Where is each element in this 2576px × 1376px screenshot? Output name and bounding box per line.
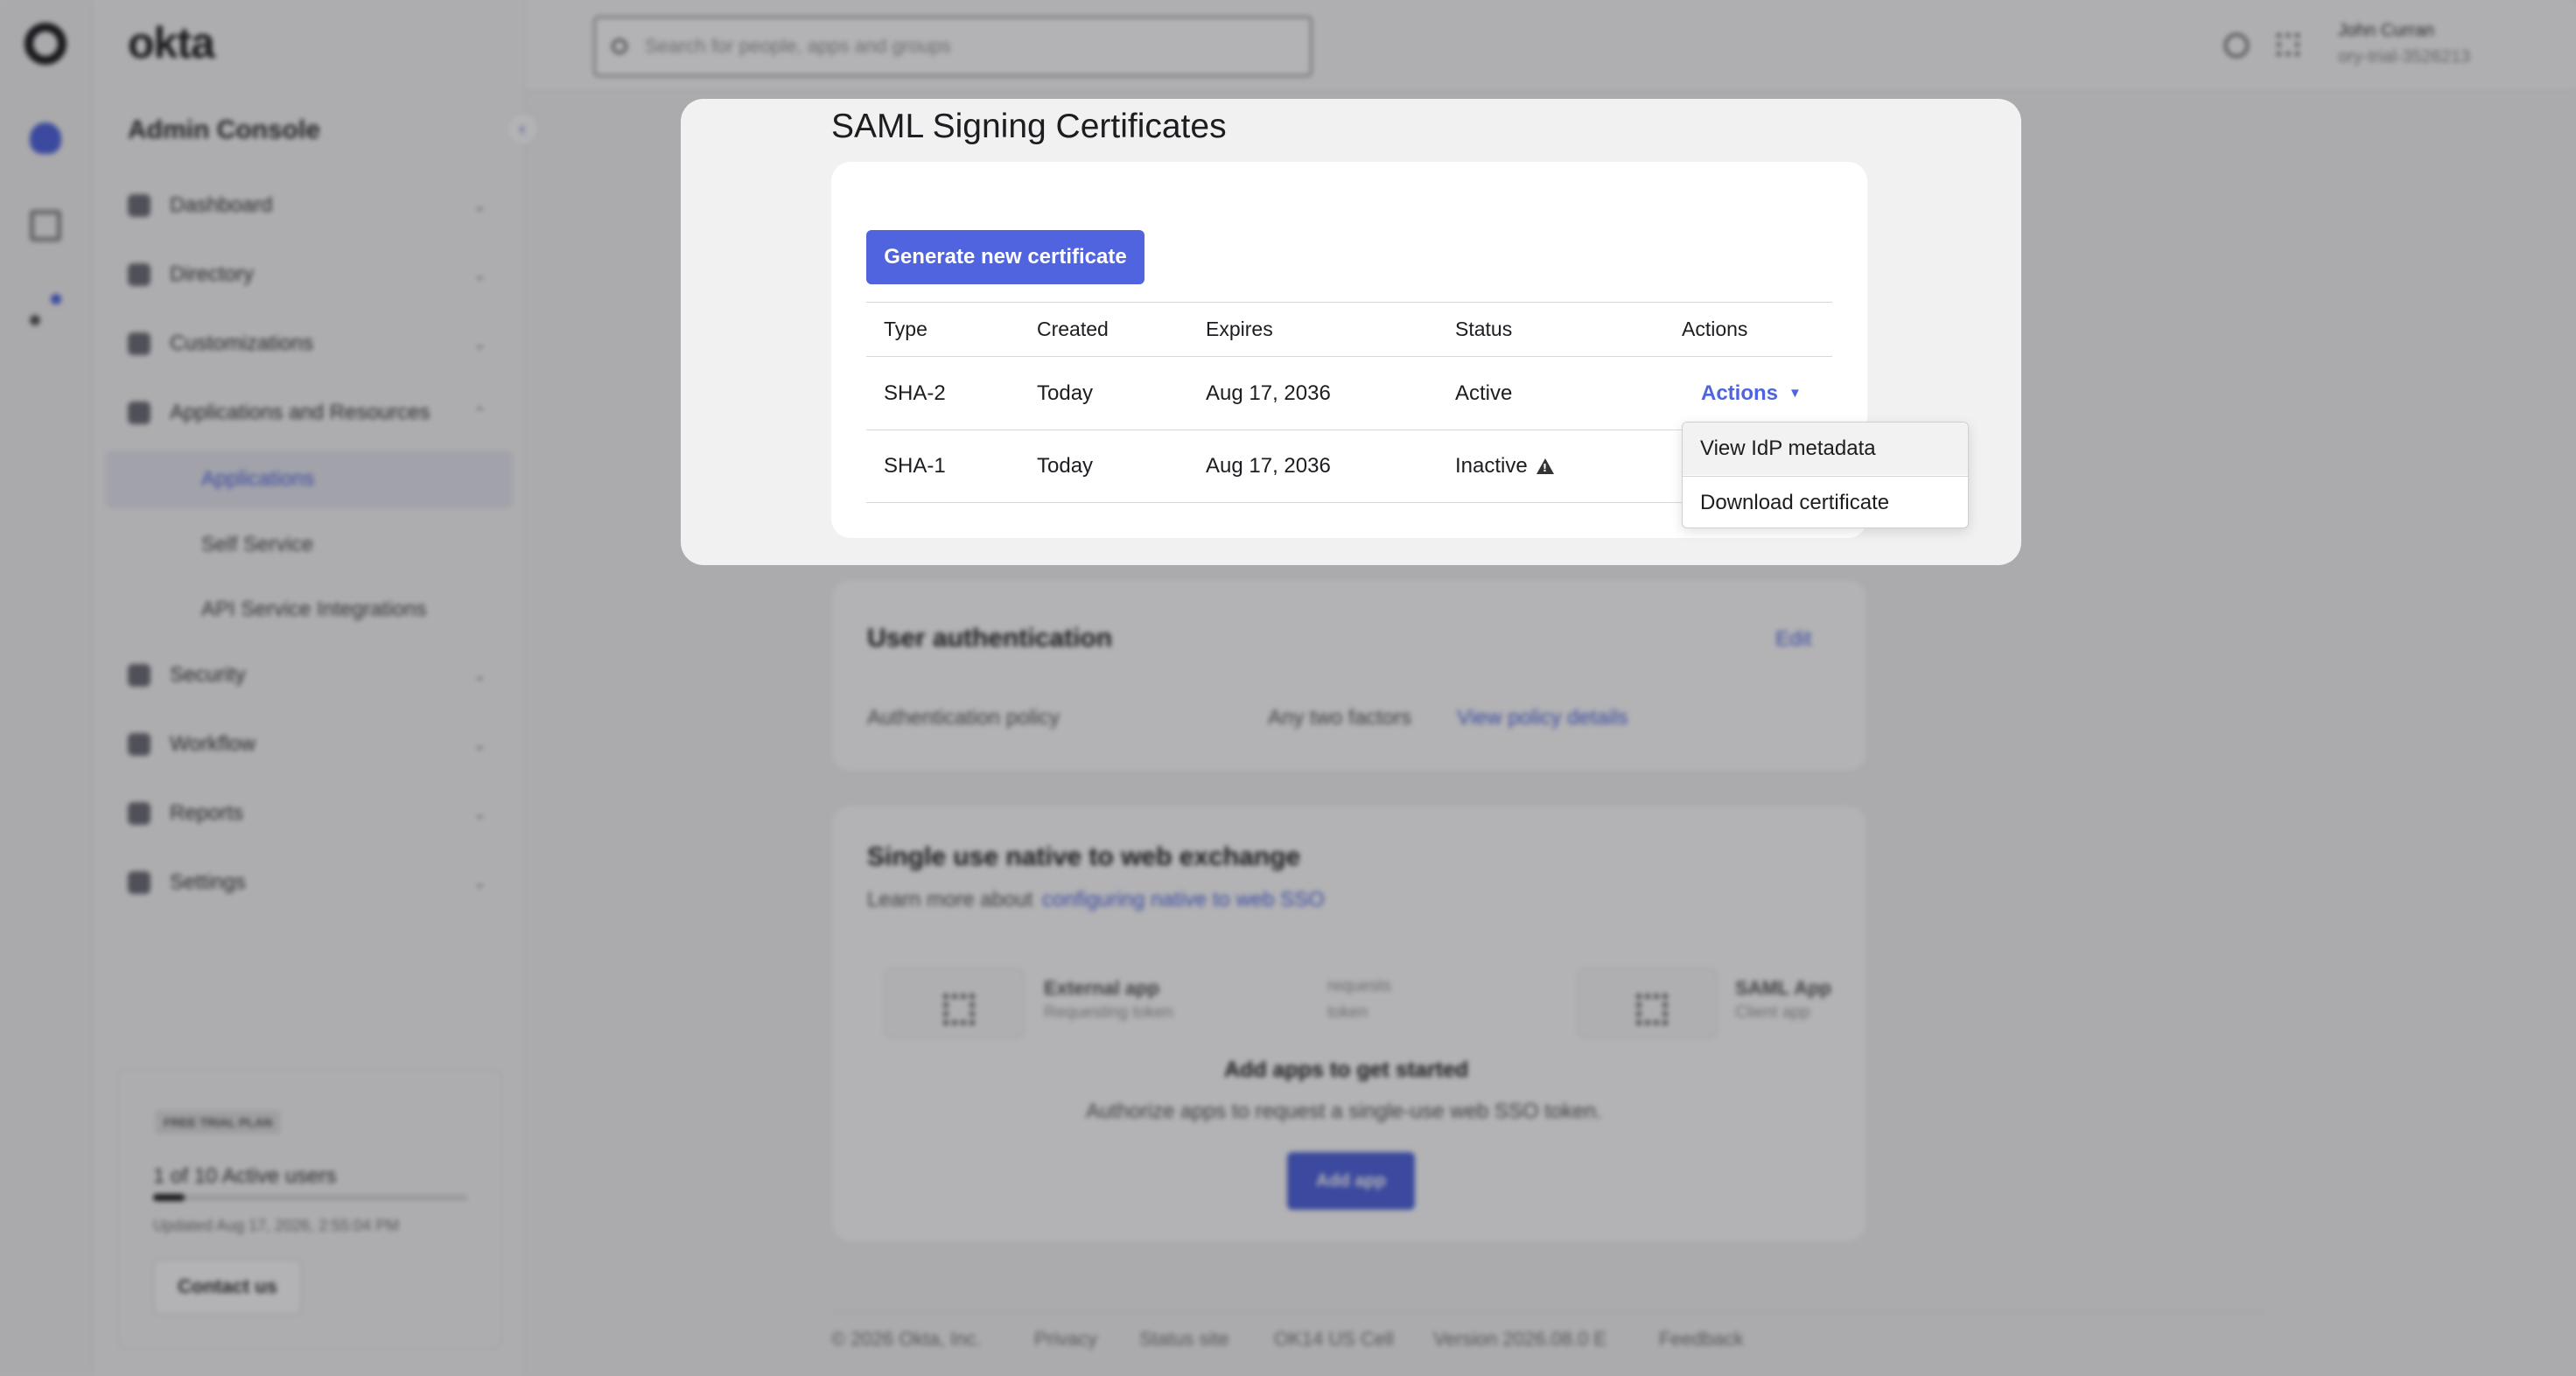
column-header-created: Created <box>1037 318 1109 340</box>
cell-expires: Aug 17, 2036 <box>1206 454 1331 478</box>
cell-type: SHA-1 <box>884 454 946 478</box>
column-header-status: Status <box>1455 318 1513 340</box>
cell-actions: Actions ▼ <box>1701 357 1802 430</box>
modal-title: SAML Signing Certificates <box>831 108 1227 145</box>
column-header-type: Type <box>884 318 928 340</box>
actions-label: Actions <box>1701 381 1779 405</box>
warning-icon[interactable] <box>1536 458 1554 474</box>
cell-expires: Aug 17, 2036 <box>1206 381 1331 405</box>
caret-down-icon: ▼ <box>1788 386 1802 401</box>
actions-menu: View IdP metadata Download certificate <box>1682 422 1969 528</box>
column-header-actions: Actions <box>1682 318 1748 340</box>
generate-certificate-button[interactable]: Generate new certificate <box>866 230 1144 284</box>
cell-type: SHA-2 <box>884 381 946 405</box>
column-header-expires: Expires <box>1206 318 1273 340</box>
status-label: Inactive <box>1455 454 1528 478</box>
cell-status: Inactive <box>1455 430 1554 502</box>
menu-item-download-certificate[interactable]: Download certificate <box>1683 476 1968 527</box>
cell-created: Today <box>1037 454 1094 478</box>
actions-dropdown-button[interactable]: Actions ▼ <box>1701 381 1802 406</box>
table-row: SHA-2 Today Aug 17, 2036 Active Actions … <box>866 356 1832 430</box>
table-header-row: Type Created Expires Status Actions <box>866 302 1832 356</box>
menu-item-view-idp-metadata[interactable]: View IdP metadata <box>1683 423 1968 475</box>
cell-created: Today <box>1037 381 1094 405</box>
cell-status: Active <box>1455 381 1513 405</box>
